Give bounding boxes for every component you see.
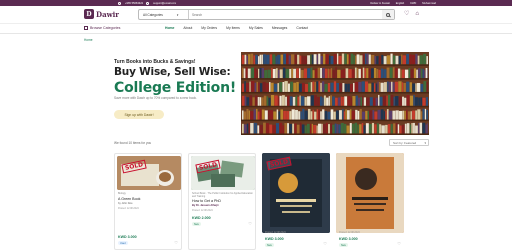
product-date: Posted: 12.08.2024 — [339, 231, 360, 234]
hero-banner: Turn Books into Bucks & Savings! Buy Wis… — [84, 49, 429, 135]
product-author: By Dr. Jassem Alhajri — [192, 204, 219, 207]
logo-text: Dawir — [96, 9, 119, 19]
results-count: We found 10 items for you — [114, 141, 152, 145]
hero-tagline: Turn Books into Bucks & Savings! — [114, 59, 196, 65]
chevron-down-icon: ▾ — [176, 12, 179, 17]
search-button[interactable] — [382, 10, 394, 19]
sort-select[interactable]: Sort by: Featured ▾ — [389, 139, 429, 146]
signup-button[interactable]: Sign up with Dawir! — [114, 110, 164, 119]
hero-subtext: Save more with Dawir up to 70% compared … — [114, 96, 197, 100]
product-price: KWD 3.000 — [265, 237, 284, 241]
condition-badge: Used — [118, 241, 128, 245]
nav-links: Home About My Orders My Items My Sales M… — [165, 26, 308, 30]
search-category-label: All Categories — [143, 12, 163, 17]
nav-my-orders[interactable]: My Orders — [201, 26, 217, 30]
bookshelf-image — [241, 52, 429, 135]
logo[interactable]: D Dawir — [84, 9, 119, 19]
search-icon — [386, 12, 390, 17]
condition-badge: New — [265, 243, 274, 247]
product-category: School Book · The Public Institution for… — [192, 192, 253, 198]
condition-badge: New — [192, 222, 201, 226]
delivery-location[interactable]: Deliver in Kuwait — [370, 2, 389, 5]
site-header: D Dawir All Categories ▾ ♡ ⌂ — [0, 6, 512, 23]
account-menu[interactable]: Muhammad — [422, 2, 436, 5]
product-image[interactable]: SOLD — [191, 156, 255, 190]
language-select[interactable]: English — [396, 2, 405, 5]
heart-icon[interactable]: ♡ — [397, 241, 401, 246]
product-card[interactable]: SOLD Biology A Green Book by John Doe Po… — [114, 153, 182, 250]
product-date: Posted: 12.08.2024 — [118, 207, 139, 210]
product-category: Biology — [118, 192, 126, 195]
main-nav: Browse Categories Home About My Orders M… — [0, 23, 512, 34]
phone-text[interactable]: +965 55663322 — [125, 2, 143, 5]
currency-select[interactable]: KWD — [410, 2, 416, 5]
hero-headline-2: College Edition! — [114, 80, 237, 96]
email-text[interactable]: support@email.com — [153, 2, 176, 5]
coffee-book-photo — [117, 156, 181, 190]
heart-icon[interactable]: ♡ — [174, 240, 178, 245]
sort-label: Sort by: Featured — [393, 140, 417, 145]
search-input[interactable] — [189, 10, 382, 19]
email-icon — [146, 1, 150, 5]
cash-photo — [191, 156, 255, 190]
product-image[interactable]: SOLD — [117, 156, 181, 190]
product-author: by John Doe — [118, 202, 133, 205]
product-date: Posted: 12.08.2024 — [265, 231, 286, 234]
chevron-down-icon: ▾ — [424, 140, 426, 145]
product-price: KWD 3.000 — [118, 235, 137, 239]
search-category-select[interactable]: All Categories ▾ — [139, 10, 189, 19]
phone-icon — [118, 1, 121, 5]
wishlist-icon[interactable]: ♡ — [404, 11, 409, 17]
header-icons: ♡ ⌂ — [404, 11, 419, 17]
nav-home[interactable]: Home — [165, 26, 174, 30]
cart-icon[interactable]: ⌂ — [415, 11, 419, 17]
heart-icon[interactable]: ♡ — [248, 221, 252, 226]
condition-badge: New — [339, 243, 348, 247]
results-bar: We found 10 items for you Sort by: Featu… — [84, 138, 429, 148]
breadcrumb[interactable]: Home — [84, 38, 93, 42]
browse-categories-label: Browse Categories — [90, 26, 121, 30]
product-image[interactable] — [336, 153, 404, 233]
arabic-book-cover — [336, 153, 404, 233]
heart-icon[interactable]: ♡ — [323, 241, 327, 246]
product-image[interactable]: SOLD — [262, 153, 330, 233]
nav-contact[interactable]: Contact — [296, 26, 308, 30]
browse-categories-button[interactable]: Browse Categories — [84, 26, 120, 30]
grid-icon — [84, 26, 88, 30]
search-bar: All Categories ▾ — [138, 9, 395, 20]
nav-messages[interactable]: Messages — [272, 26, 287, 30]
product-card[interactable]: SOLD Posted: 12.08.2024 KWD 3.000 New ♡ — [262, 153, 330, 250]
product-price: KWD 3.000 — [339, 237, 358, 241]
product-date: Posted: 12.08.2024 — [192, 209, 213, 212]
product-card[interactable]: Posted: 12.08.2024 KWD 3.000 New ♡ — [336, 153, 404, 250]
product-title[interactable]: How to Get a PhD — [192, 199, 221, 203]
nav-my-items[interactable]: My Items — [226, 26, 240, 30]
product-card[interactable]: SOLD School Book · The Public Institutio… — [188, 153, 256, 250]
logo-mark: D — [84, 9, 94, 19]
hero-headline: Buy Wise, Sell Wise: — [114, 66, 231, 78]
nav-my-sales[interactable]: My Sales — [249, 26, 263, 30]
product-grid: SOLD Biology A Green Book by John Doe Po… — [114, 153, 406, 250]
nav-about[interactable]: About — [183, 26, 192, 30]
product-price: KWD 2.000 — [192, 216, 211, 220]
product-title[interactable]: A Green Book — [118, 197, 140, 201]
